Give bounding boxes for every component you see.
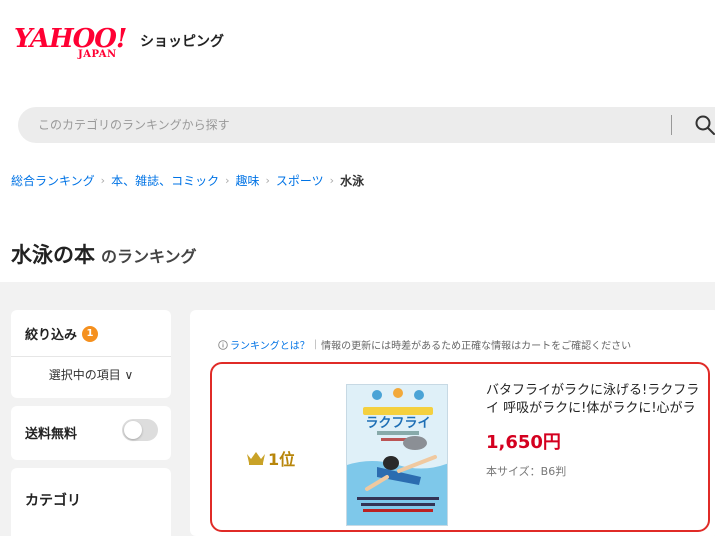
page-title-sub: のランキング: [101, 247, 197, 266]
free-shipping-label: 送料無料: [25, 427, 78, 442]
filter-card: 絞り込み 1 選択中の項目 ∨: [11, 310, 171, 398]
rank-label: 1位: [268, 450, 296, 469]
breadcrumb-link-hobby[interactable]: 趣味: [235, 172, 259, 189]
page-title: 水泳の本 のランキング: [11, 232, 197, 270]
product-image[interactable]: ラクフライ: [346, 384, 448, 526]
category-search-bar: [18, 107, 715, 143]
breadcrumb-link-overall-ranking[interactable]: 総合ランキング: [11, 172, 95, 189]
breadcrumb-separator: ›: [100, 174, 106, 187]
ranking-panel: ランキングとは？ | 情報の更新には時差があるため正確な情報はカートをご確認くだ…: [190, 310, 715, 536]
ranking-about-link[interactable]: ランキングとは？: [230, 337, 310, 352]
breadcrumb-current: 水泳: [340, 174, 365, 188]
toggle-knob: [124, 421, 142, 439]
filter-label: 絞り込み: [25, 328, 78, 343]
ranking-item[interactable]: 1位 ラクフライ バタフライがラクに泳げる!ラクフライ 呼吸がラクに!体がラクに…: [210, 362, 710, 532]
book-cover-illustration: ラクフライ: [347, 385, 447, 525]
product-title[interactable]: バタフライがラクに泳げる!ラクフライ 呼吸がラクに!体がラクに!心がラク…: [486, 382, 710, 418]
free-shipping-card: 送料無料: [11, 406, 171, 460]
yahoo-japan-logo: YAHOO! JAPAN: [14, 24, 138, 64]
sidebar: 絞り込み 1 選択中の項目 ∨ 送料無料 カテゴリ: [11, 310, 171, 536]
breadcrumb-link-sports[interactable]: スポーツ: [276, 172, 324, 189]
product-price: 1,650円: [486, 432, 561, 453]
crown-icon: [247, 452, 265, 465]
filter-divider: [11, 356, 171, 357]
free-shipping-toggle[interactable]: [122, 419, 158, 441]
info-icon: [218, 339, 228, 350]
product-info: バタフライがラクに泳げる!ラクフライ 呼吸がラクに!体がラクに!心がラク… 1,…: [486, 382, 710, 479]
breadcrumb: 総合ランキング › 本、雑誌、コミック › 趣味 › スポーツ › 水泳: [11, 172, 364, 189]
filter-heading: 絞り込み 1: [25, 324, 99, 343]
book-cover-title: ラクフライ: [365, 416, 430, 431]
page-title-main: 水泳の本: [11, 243, 95, 267]
logo-subtext: JAPAN: [78, 49, 117, 60]
category-card: カテゴリ: [11, 468, 171, 536]
notice-separator: |: [313, 339, 318, 350]
ranking-notice: ランキングとは？ | 情報の更新には時差があるため正確な情報はカートをご確認くだ…: [218, 337, 631, 352]
notice-message: 情報の更新には時差があるため正確な情報はカートをご確認ください: [321, 341, 632, 352]
breadcrumb-link-books[interactable]: 本、雑誌、コミック: [111, 172, 219, 189]
breadcrumb-separator: ›: [225, 174, 230, 187]
selected-items-toggle[interactable]: 選択中の項目 ∨: [11, 366, 171, 383]
filter-count-badge: 1: [82, 325, 99, 342]
breadcrumb-separator: ›: [265, 174, 270, 187]
rank-badge: 1位: [246, 446, 295, 470]
yahoo-shopping-logo[interactable]: YAHOO! JAPAN ショッピング: [14, 24, 224, 64]
product-spec: 本サイズ：B6判: [486, 465, 567, 478]
search-divider: [671, 115, 672, 135]
search-icon[interactable]: [694, 114, 715, 136]
search-input[interactable]: [38, 107, 658, 143]
category-heading: カテゴリ: [25, 493, 81, 509]
service-name: ショッピング: [140, 34, 224, 50]
breadcrumb-separator: ›: [329, 174, 335, 187]
